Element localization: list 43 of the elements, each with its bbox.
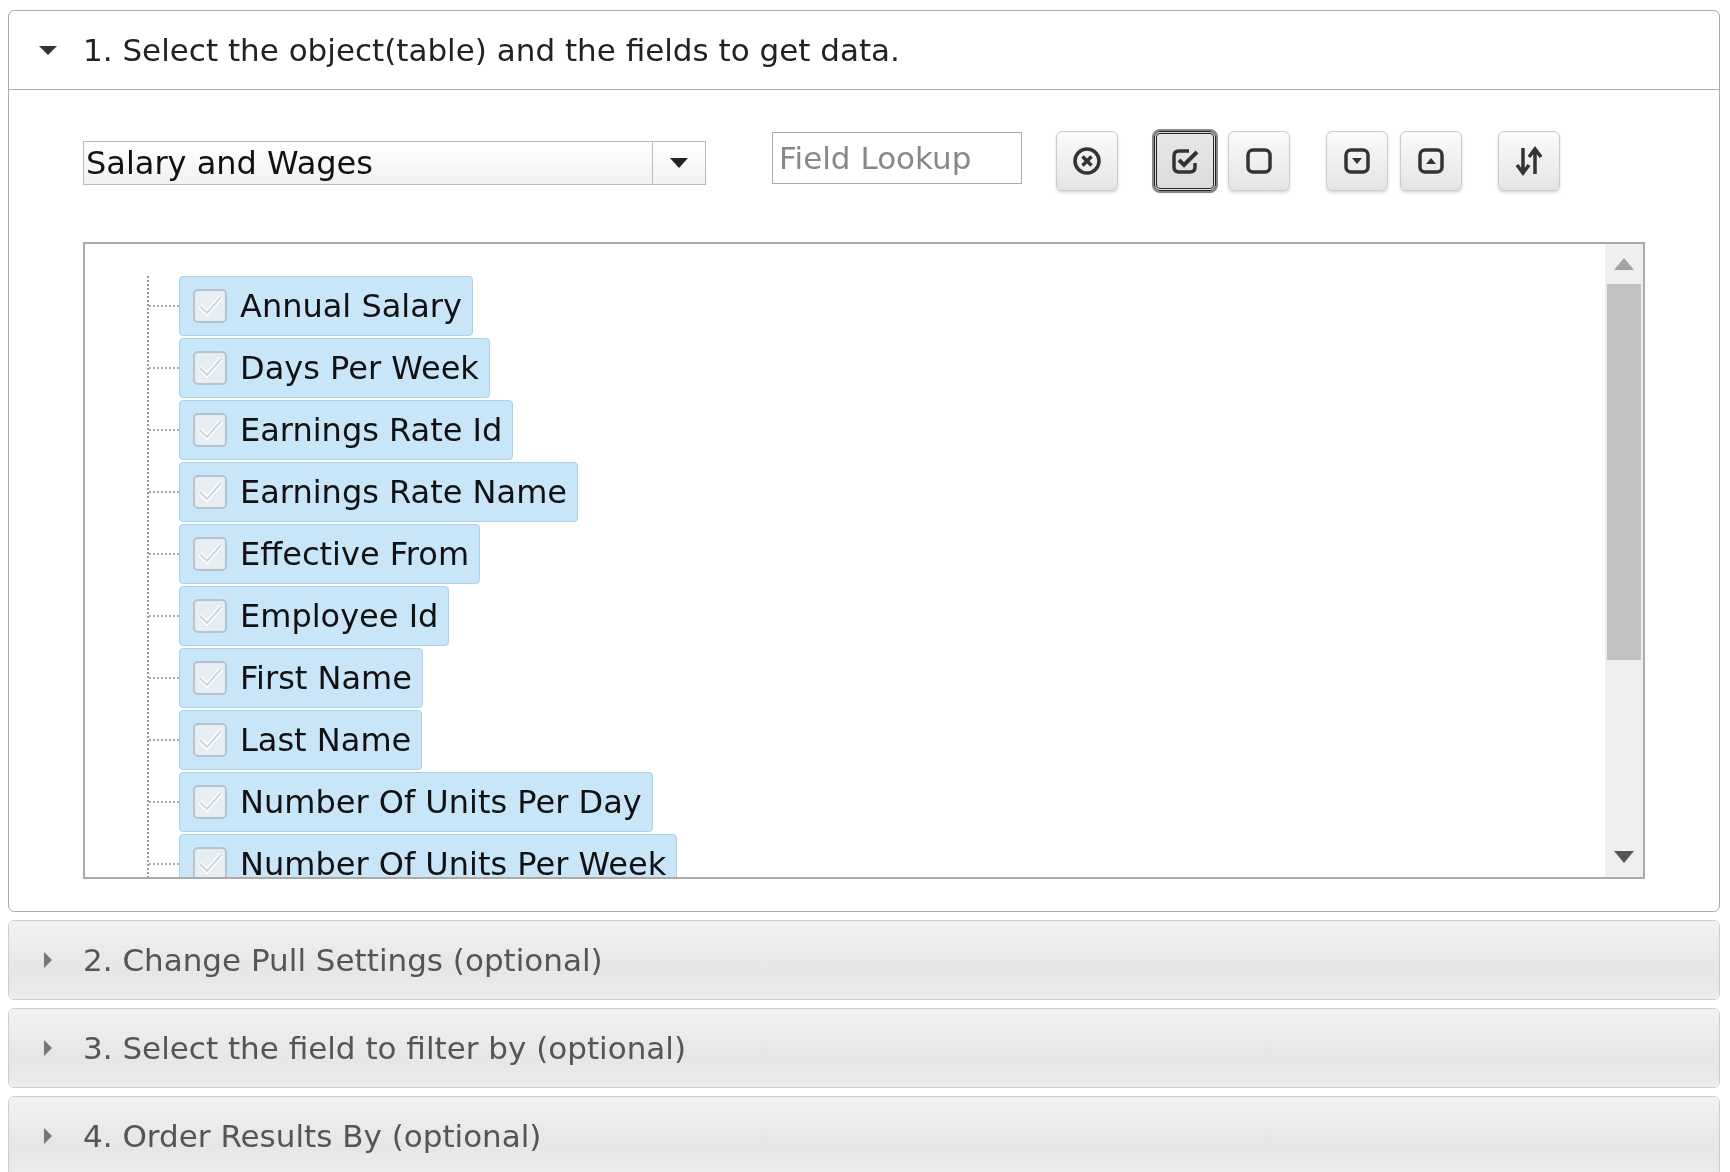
field-lookup-input[interactable]: Field Lookup xyxy=(772,132,1022,184)
field-tree-item[interactable]: Earnings Rate Name xyxy=(179,462,578,522)
checkbox[interactable] xyxy=(192,474,228,510)
clear-circle-icon xyxy=(1071,145,1103,177)
section-title[interactable]: 1. Select the object(table) and the fields to get data. xyxy=(83,32,900,68)
scrollbar-thumb[interactable] xyxy=(1607,284,1641,660)
checkbox[interactable] xyxy=(192,846,228,877)
field-tree-item[interactable]: Annual Salary xyxy=(179,276,473,336)
empty-box-icon xyxy=(1243,145,1275,177)
section-title[interactable]: 2. Change Pull Settings (optional) xyxy=(83,942,603,978)
field-tree-item[interactable]: Number Of Units Per Day xyxy=(179,772,653,832)
accordion-header[interactable]: 2. Change Pull Settings (optional) xyxy=(8,920,1720,1000)
dropdown-arrow-icon xyxy=(670,158,688,168)
scroll-up-icon[interactable] xyxy=(1614,258,1634,270)
section-title[interactable]: 4. Order Results By (optional) xyxy=(83,1118,542,1154)
check-all-button[interactable] xyxy=(1154,131,1216,191)
accordion-header[interactable]: 3. Select the field to filter by (optional) xyxy=(8,1008,1720,1088)
clear-button[interactable] xyxy=(1056,131,1118,191)
field-tree-item[interactable]: Earnings Rate Id xyxy=(179,400,514,460)
checkbox[interactable] xyxy=(192,412,228,448)
collapse-all-button[interactable] xyxy=(1400,131,1462,191)
section-title[interactable]: 3. Select the field to filter by (optional) xyxy=(83,1030,687,1066)
checkbox[interactable] xyxy=(192,784,228,820)
checkbox[interactable] xyxy=(192,536,228,572)
checkbox[interactable] xyxy=(192,288,228,324)
field-tree-item[interactable]: First Name xyxy=(179,648,423,708)
field-tree-item[interactable]: Number Of Units Per Week xyxy=(179,834,678,877)
scrollbar[interactable] xyxy=(1605,244,1643,877)
sort-button[interactable] xyxy=(1498,131,1560,191)
scroll-down-icon[interactable] xyxy=(1614,851,1634,863)
checkbox[interactable] xyxy=(192,722,228,758)
up-down-arrows-icon xyxy=(1513,145,1545,177)
field-tree-item[interactable]: Employee Id xyxy=(179,586,450,646)
field-tree-item[interactable]: Days Per Week xyxy=(179,338,490,398)
uncheck-all-button[interactable] xyxy=(1228,131,1290,191)
field-tree-item[interactable]: Effective From xyxy=(179,524,481,584)
checkbox[interactable] xyxy=(192,660,228,696)
object-dropdown[interactable]: Salary and Wages xyxy=(83,141,706,185)
accordion-header[interactable]: 4. Order Results By (optional) xyxy=(8,1096,1720,1172)
checkbox[interactable] xyxy=(192,598,228,634)
field-tree-item[interactable]: Last Name xyxy=(179,710,423,770)
checkbox[interactable] xyxy=(192,350,228,386)
expand-all-button[interactable] xyxy=(1326,131,1388,191)
